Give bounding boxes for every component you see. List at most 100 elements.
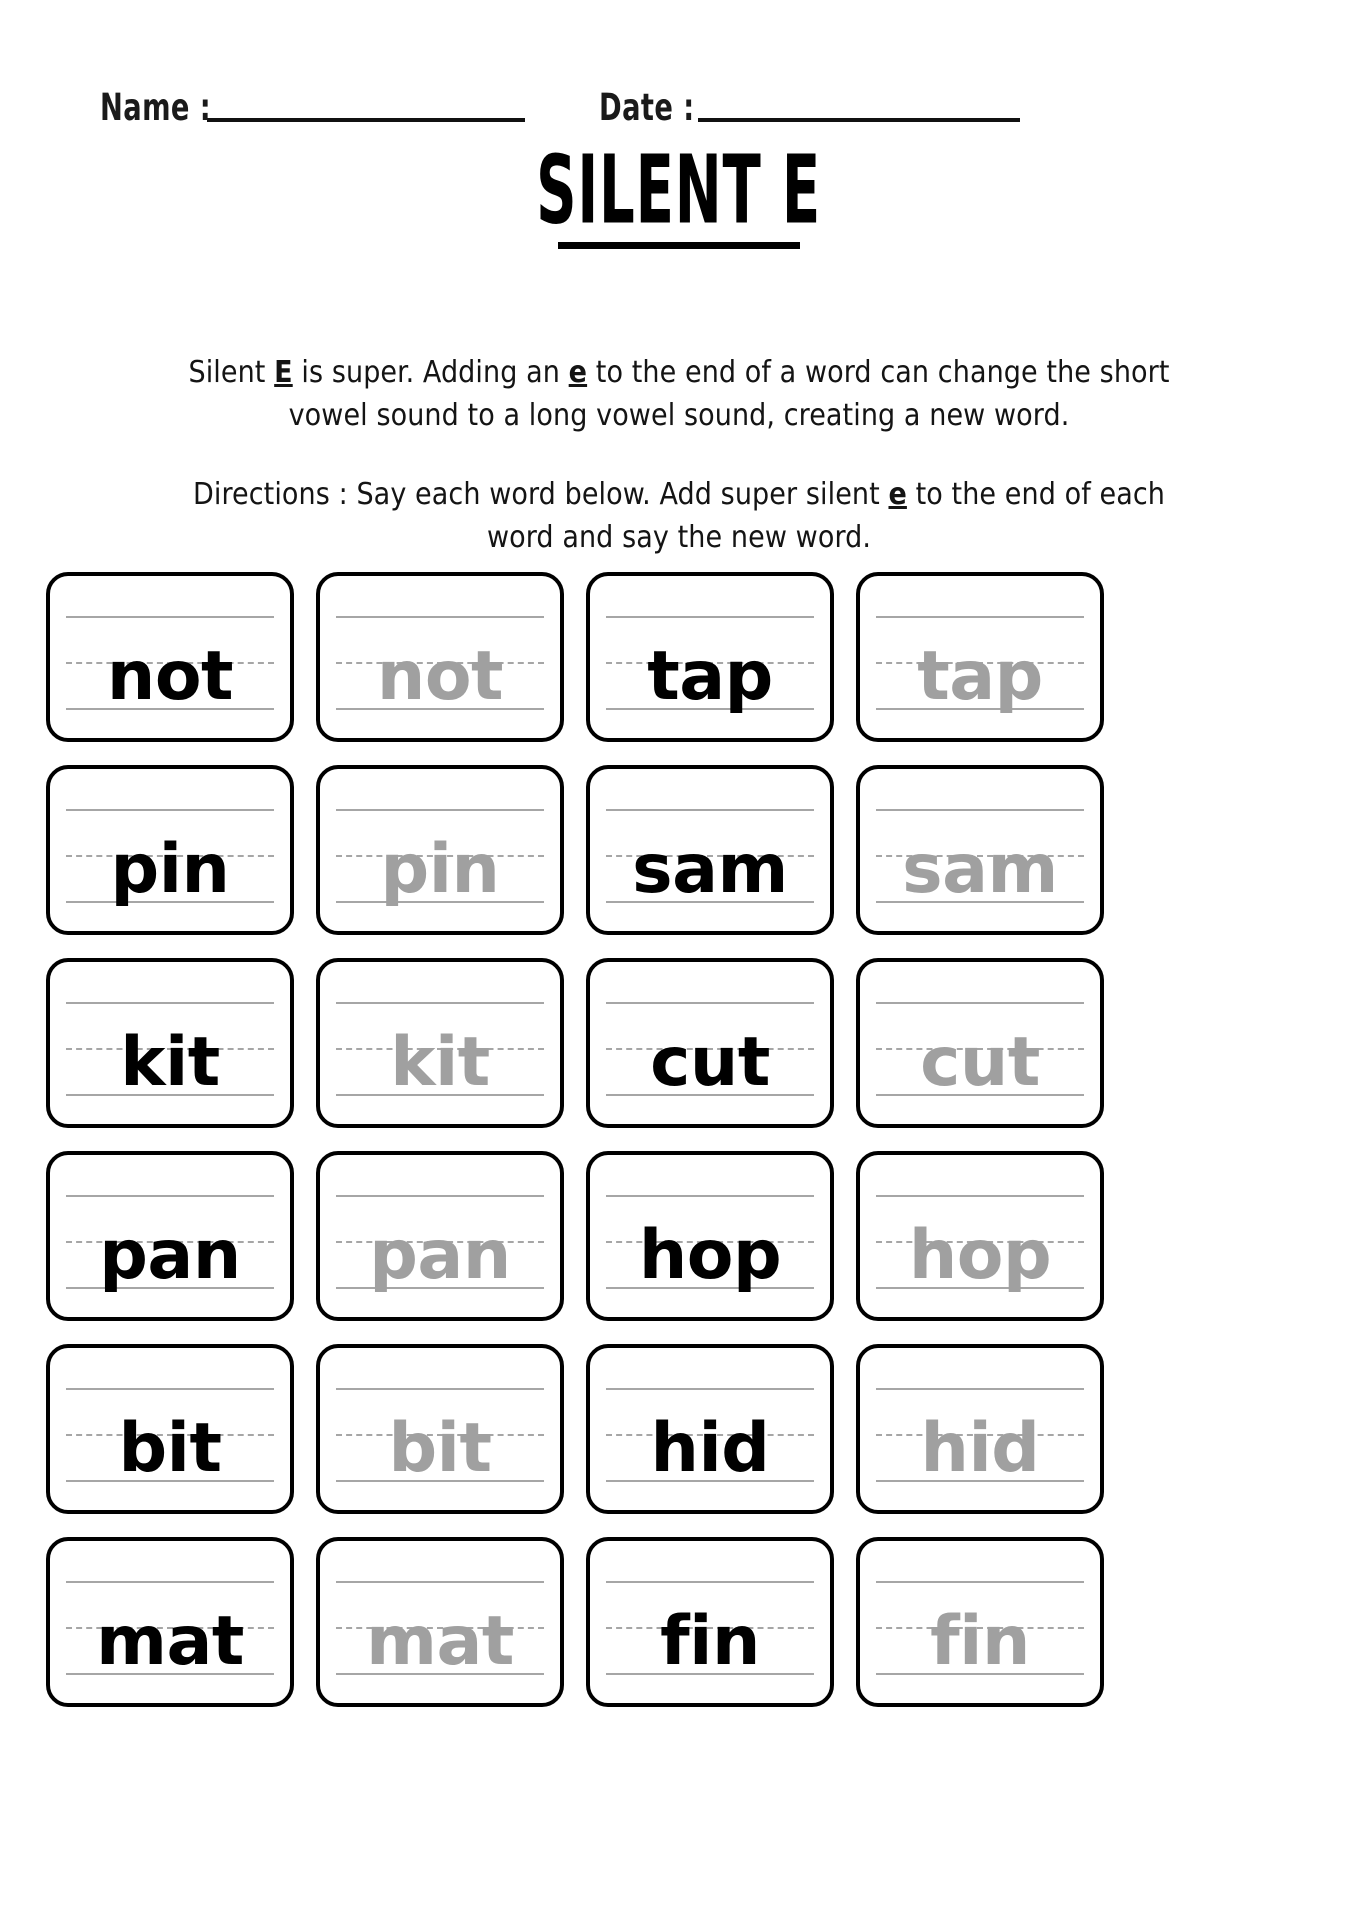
guide-line-midline-dashed	[336, 1048, 544, 1050]
page-title: SILENT E	[536, 135, 822, 246]
guide-line-top	[66, 809, 274, 811]
handwriting-guide-lines	[606, 1581, 814, 1675]
word-card[interactable]: mat	[46, 1537, 294, 1707]
guide-line-baseline	[606, 708, 814, 710]
guide-line-baseline	[606, 1480, 814, 1482]
word-card[interactable]: pan	[46, 1151, 294, 1321]
handwriting-guide-lines	[606, 616, 814, 710]
word-card[interactable]: bit	[46, 1344, 294, 1514]
worksheet-page: Name : Date : SILENT E Silent E is super…	[0, 0, 1358, 1920]
handwriting-guide-lines	[336, 809, 544, 903]
guide-line-top	[876, 809, 1084, 811]
guide-line-midline-dashed	[606, 662, 814, 664]
word-card[interactable]: sam	[586, 765, 834, 935]
handwriting-guide-lines	[66, 1581, 274, 1675]
guide-line-baseline	[606, 1094, 814, 1096]
guide-line-midline-dashed	[336, 1241, 544, 1243]
handwriting-guide-lines	[336, 1002, 544, 1096]
guide-line-top	[66, 1581, 274, 1583]
intro-highlight-E: E	[274, 355, 293, 390]
guide-line-baseline	[606, 1287, 814, 1289]
guide-line-midline-dashed	[876, 1241, 1084, 1243]
guide-line-top	[66, 1002, 274, 1004]
guide-line-midline-dashed	[66, 1241, 274, 1243]
guide-line-top	[876, 616, 1084, 618]
guide-line-top	[606, 616, 814, 618]
word-card[interactable]: cut	[856, 958, 1104, 1128]
date-input-line[interactable]	[697, 118, 1020, 122]
word-card[interactable]: cut	[586, 958, 834, 1128]
word-card[interactable]: fin	[856, 1537, 1104, 1707]
guide-line-top	[336, 1002, 544, 1004]
word-card[interactable]: tap	[856, 572, 1104, 742]
guide-line-baseline	[66, 1480, 274, 1482]
directions-text-1: Directions : Say each word below. Add su…	[192, 477, 889, 512]
word-card[interactable]: hop	[586, 1151, 834, 1321]
guide-line-baseline	[606, 901, 814, 903]
word-card[interactable]: tap	[586, 572, 834, 742]
guide-line-top	[336, 616, 544, 618]
handwriting-guide-lines	[336, 1388, 544, 1482]
word-card[interactable]: pin	[316, 765, 564, 935]
handwriting-guide-lines	[876, 809, 1084, 903]
guide-line-top	[606, 809, 814, 811]
name-label: Name :	[100, 86, 212, 129]
word-card[interactable]: bit	[316, 1344, 564, 1514]
guide-line-top	[336, 809, 544, 811]
guide-line-midline-dashed	[336, 662, 544, 664]
guide-line-midline-dashed	[336, 1434, 544, 1436]
guide-line-midline-dashed	[876, 855, 1084, 857]
guide-line-baseline	[876, 1480, 1084, 1482]
guide-line-midline-dashed	[66, 1434, 274, 1436]
handwriting-guide-lines	[876, 1195, 1084, 1289]
word-card[interactable]: pan	[316, 1151, 564, 1321]
handwriting-guide-lines	[336, 1195, 544, 1289]
word-card[interactable]: pin	[46, 765, 294, 935]
guide-line-baseline	[66, 1673, 274, 1675]
word-card[interactable]: kit	[46, 958, 294, 1128]
handwriting-guide-lines	[606, 1002, 814, 1096]
guide-line-top	[336, 1581, 544, 1583]
word-card[interactable]: sam	[856, 765, 1104, 935]
handwriting-guide-lines	[66, 1388, 274, 1482]
name-field-group: Name :	[100, 86, 526, 129]
intro-text-2: is super. Adding an	[292, 355, 569, 390]
word-card[interactable]: fin	[586, 1537, 834, 1707]
word-card[interactable]: not	[46, 572, 294, 742]
directions-paragraph: Directions : Say each word below. Add su…	[174, 474, 1184, 559]
handwriting-guide-lines	[66, 809, 274, 903]
word-card[interactable]: hop	[856, 1151, 1104, 1321]
handwriting-guide-lines	[66, 1195, 274, 1289]
word-card-grid: not not tap tap pin pin sam sam kit kit cut cut pan p…	[46, 572, 1314, 1707]
handwriting-guide-lines	[336, 1581, 544, 1675]
guide-line-midline-dashed	[336, 1627, 544, 1629]
guide-line-top	[876, 1388, 1084, 1390]
guide-line-midline-dashed	[876, 1627, 1084, 1629]
handwriting-guide-lines	[876, 1581, 1084, 1675]
handwriting-guide-lines	[876, 1388, 1084, 1482]
word-card[interactable]: hid	[586, 1344, 834, 1514]
word-card[interactable]: not	[316, 572, 564, 742]
guide-line-top	[336, 1388, 544, 1390]
guide-line-midline-dashed	[876, 1434, 1084, 1436]
guide-line-baseline	[876, 1094, 1084, 1096]
guide-line-baseline	[876, 1673, 1084, 1675]
handwriting-guide-lines	[876, 1002, 1084, 1096]
word-card[interactable]: mat	[316, 1537, 564, 1707]
guide-line-midline-dashed	[336, 855, 544, 857]
handwriting-guide-lines	[606, 1195, 814, 1289]
guide-line-top	[606, 1388, 814, 1390]
guide-line-top	[876, 1581, 1084, 1583]
guide-line-midline-dashed	[606, 1627, 814, 1629]
intro-text-1: Silent	[188, 355, 275, 390]
intro-highlight-e: e	[568, 355, 588, 390]
date-field-group: Date :	[599, 89, 1020, 128]
word-card[interactable]: kit	[316, 958, 564, 1128]
word-card[interactable]: hid	[856, 1344, 1104, 1514]
guide-line-baseline	[336, 1480, 544, 1482]
guide-line-baseline	[876, 708, 1084, 710]
guide-line-top	[876, 1195, 1084, 1197]
guide-line-midline-dashed	[66, 1048, 274, 1050]
name-input-line[interactable]	[207, 118, 526, 122]
guide-line-top	[66, 616, 274, 618]
